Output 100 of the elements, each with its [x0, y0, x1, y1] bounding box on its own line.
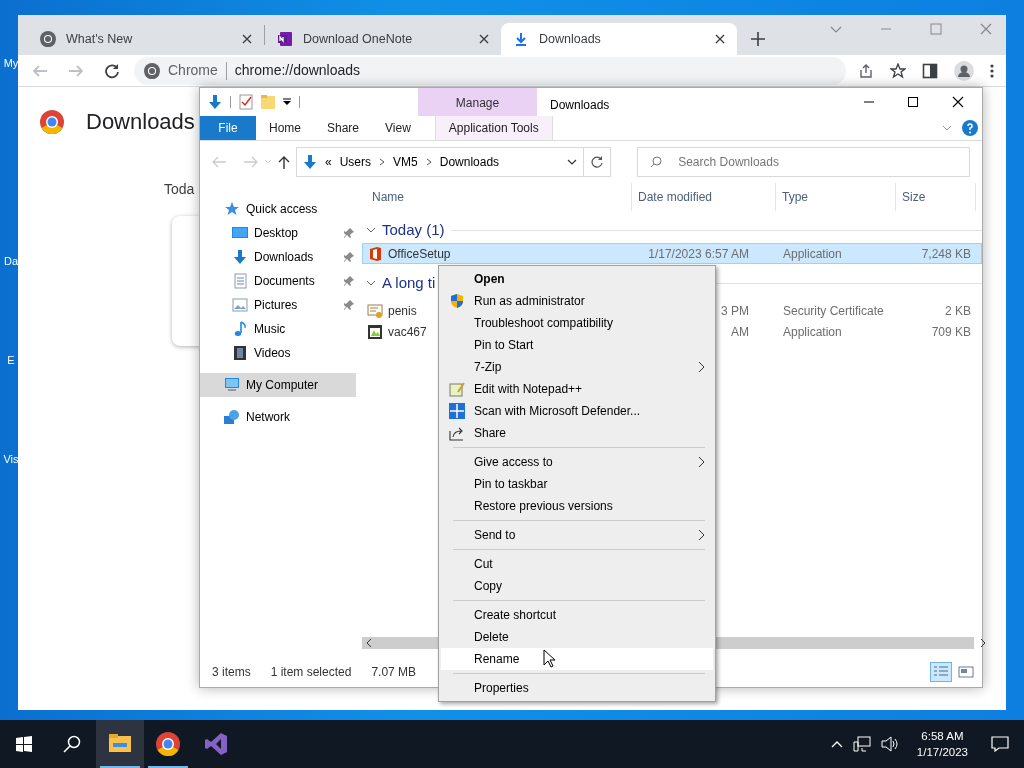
desktop-icon-label[interactable]: E: [0, 352, 22, 369]
desktop-icon-label[interactable]: Da: [0, 253, 22, 270]
menu-icon[interactable]: [990, 62, 994, 79]
clock-time: 6:58 AM: [920, 729, 965, 744]
chevron-down-icon[interactable]: [366, 279, 376, 287]
help-icon[interactable]: [962, 120, 978, 136]
search-icon: [650, 156, 663, 168]
large-icons-view-icon[interactable]: [958, 665, 974, 679]
nav-item[interactable]: Desktop: [200, 221, 356, 245]
menu-item[interactable]: Copy: [441, 575, 713, 597]
volume-icon[interactable]: [880, 736, 899, 752]
nav-item[interactable]: Music: [200, 317, 356, 341]
notepad-icon: [449, 381, 465, 397]
chevron-up-icon[interactable]: [830, 740, 843, 748]
column-header[interactable]: Size: [896, 183, 976, 211]
ribbon-tab[interactable]: Application Tools: [434, 116, 553, 140]
details-view-icon: [933, 665, 949, 679]
nav-item[interactable]: My Computer: [200, 373, 356, 397]
close-icon[interactable]: [479, 34, 489, 44]
menu-item[interactable]: Open: [441, 268, 713, 290]
column-header[interactable]: Name: [362, 183, 632, 211]
computer-icon: [224, 377, 240, 393]
section-heading: Toda: [164, 180, 196, 199]
nav-item[interactable]: Quick access: [200, 197, 356, 221]
search-box[interactable]: Search Downloads: [637, 147, 970, 177]
menu-item[interactable]: Give access to: [441, 451, 713, 473]
nav-item[interactable]: Documents: [200, 269, 356, 293]
browser-tab[interactable]: Downloads: [501, 23, 737, 55]
menu-item[interactable]: Pin to taskbar: [441, 473, 713, 495]
ribbon-tab[interactable]: Share: [314, 116, 373, 140]
scroll-right-icon[interactable]: [980, 639, 986, 647]
breadcrumb[interactable]: Downloads: [439, 153, 500, 171]
menu-item[interactable]: Edit with Notepad++: [441, 378, 713, 400]
menu-item[interactable]: Pin to Start: [441, 334, 713, 356]
menu-item[interactable]: Scan with Microsoft Defender...: [441, 400, 713, 422]
file-row[interactable]: OfficeSetup 1/17/2023 6:57 AM Application 7,248 KB: [362, 243, 982, 264]
menu-item[interactable]: 7-Zip: [441, 356, 713, 378]
search-field[interactable]: Search Downloads: [676, 152, 927, 172]
breadcrumb[interactable]: VM5: [393, 153, 418, 171]
star-icon[interactable]: [890, 62, 906, 79]
reload-icon[interactable]: [104, 62, 120, 79]
browser-tab[interactable]: What's New: [28, 23, 264, 55]
table-cell-text: Application: [782, 245, 843, 263]
group-header[interactable]: A long ti: [382, 271, 436, 295]
checklist-icon[interactable]: [239, 94, 253, 110]
menu-item[interactable]: Restore previous versions: [441, 495, 713, 517]
profile-icon[interactable]: [954, 60, 974, 81]
menu-item[interactable]: Delete: [441, 626, 713, 648]
visual-studio-icon: [204, 732, 228, 756]
table-cell-text: 709 KB: [930, 323, 972, 341]
nav-item[interactable]: Network: [200, 405, 356, 429]
menu-item[interactable]: Rename: [441, 648, 713, 670]
column-header[interactable]: Date modified: [632, 183, 776, 211]
url-text: chrome://downloads: [234, 61, 361, 80]
menu-item[interactable]: Properties: [441, 677, 713, 699]
nav-item[interactable]: Pictures: [200, 293, 356, 317]
dropdown-icon[interactable]: [283, 98, 291, 106]
refresh-button[interactable]: [583, 147, 612, 177]
clock[interactable]: 6:58 AM 1/17/2023: [908, 728, 976, 760]
share-icon[interactable]: [858, 62, 874, 79]
tab-title: What's New: [66, 30, 134, 48]
share-icon: [449, 425, 465, 441]
nav-item[interactable]: Videos: [200, 341, 356, 365]
close-icon[interactable]: [715, 34, 725, 44]
menu-item[interactable]: Create shortcut: [441, 604, 713, 626]
maximize-icon[interactable]: [908, 97, 918, 107]
address-bar[interactable]: Chrome chrome://downloads: [134, 56, 846, 85]
browser-tab[interactable]: Download OneNote: [265, 23, 501, 55]
menu-item[interactable]: Cut: [441, 553, 713, 575]
close-icon[interactable]: [952, 96, 964, 108]
address-bar[interactable]: « Users VM5 Downloads: [296, 147, 584, 177]
file-name: OfficeSetup: [388, 245, 451, 263]
side-panel-icon[interactable]: [922, 62, 938, 79]
taskbar-app[interactable]: [96, 720, 144, 768]
chevron-down-icon[interactable]: [566, 158, 577, 166]
desktop-icon-label[interactable]: Vis: [0, 451, 22, 468]
nav-item[interactable]: Downloads: [200, 245, 356, 269]
column-header[interactable]: Type: [776, 183, 896, 211]
group-header[interactable]: Today (1): [382, 218, 445, 242]
menu-item[interactable]: Run as administrator: [441, 290, 713, 312]
scroll-left-icon[interactable]: [366, 639, 372, 647]
network-icon[interactable]: [852, 736, 871, 752]
download-icon[interactable]: [208, 94, 222, 110]
menu-item[interactable]: Troubleshoot compatibility: [441, 312, 713, 334]
document-icon: [232, 273, 248, 289]
breadcrumb-overflow[interactable]: «: [325, 153, 332, 171]
office-icon: [367, 245, 383, 262]
chevron-down-icon[interactable]: [366, 226, 376, 234]
desktop-icon-label[interactable]: My: [0, 55, 22, 72]
breadcrumb[interactable]: Users: [339, 153, 372, 171]
file-name: penis: [388, 302, 417, 320]
mouse-cursor-icon: [543, 649, 555, 668]
menu-item[interactable]: Share: [441, 422, 713, 444]
new-tab-icon[interactable]: [751, 32, 765, 46]
up-icon[interactable]: [278, 155, 290, 169]
ribbon-tab[interactable]: File: [200, 116, 256, 140]
menu-item[interactable]: Send to: [441, 524, 713, 546]
ribbon-tab[interactable]: Home: [256, 116, 314, 140]
ribbon-tab[interactable]: View: [372, 116, 424, 140]
close-icon[interactable]: [242, 34, 252, 44]
